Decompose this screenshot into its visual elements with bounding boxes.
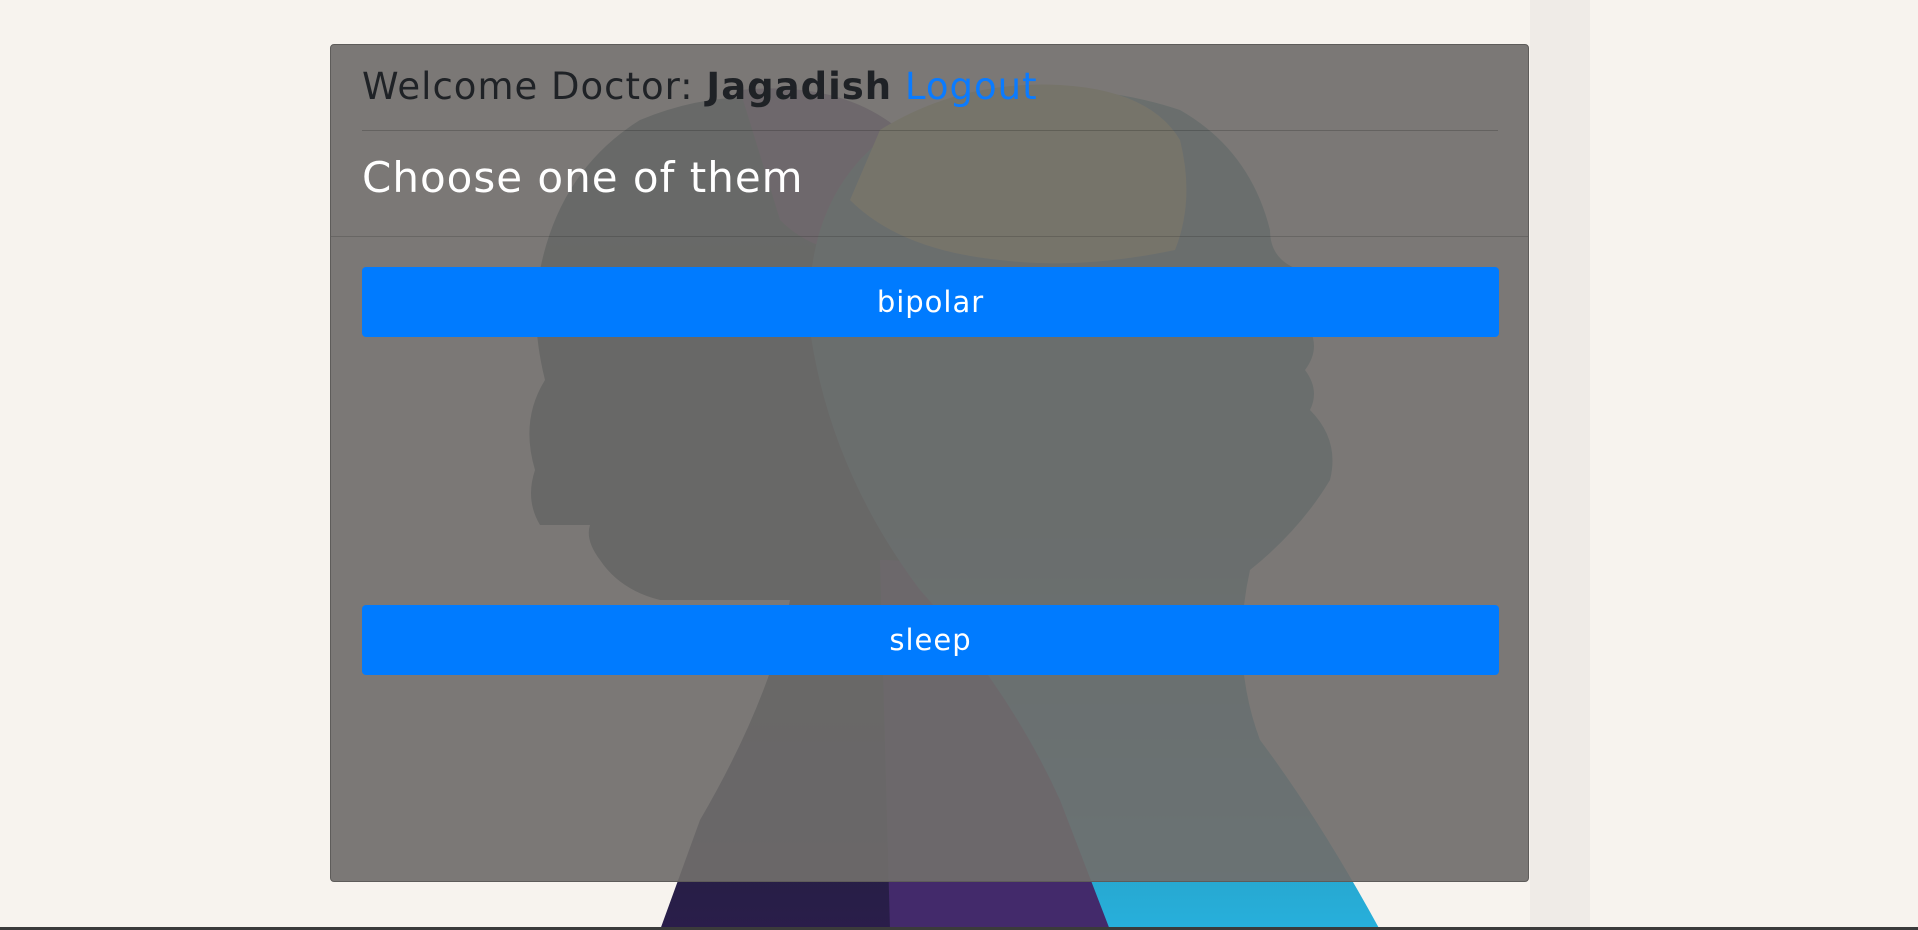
welcome-line: Welcome Doctor: Jagadish Logout [362, 65, 1038, 108]
header-divider [362, 130, 1498, 131]
card-header: Welcome Doctor: Jagadish Logout Choose o… [331, 45, 1528, 237]
welcome-prefix: Welcome Doctor: [362, 65, 707, 108]
logout-link[interactable]: Logout [905, 65, 1038, 108]
page-title: Choose one of them [362, 153, 804, 202]
sleep-button[interactable]: sleep [362, 605, 1499, 675]
doctor-name: Jagadish [706, 65, 893, 108]
selection-card: Welcome Doctor: Jagadish Logout Choose o… [330, 44, 1529, 882]
bipolar-button[interactable]: bipolar [362, 267, 1499, 337]
